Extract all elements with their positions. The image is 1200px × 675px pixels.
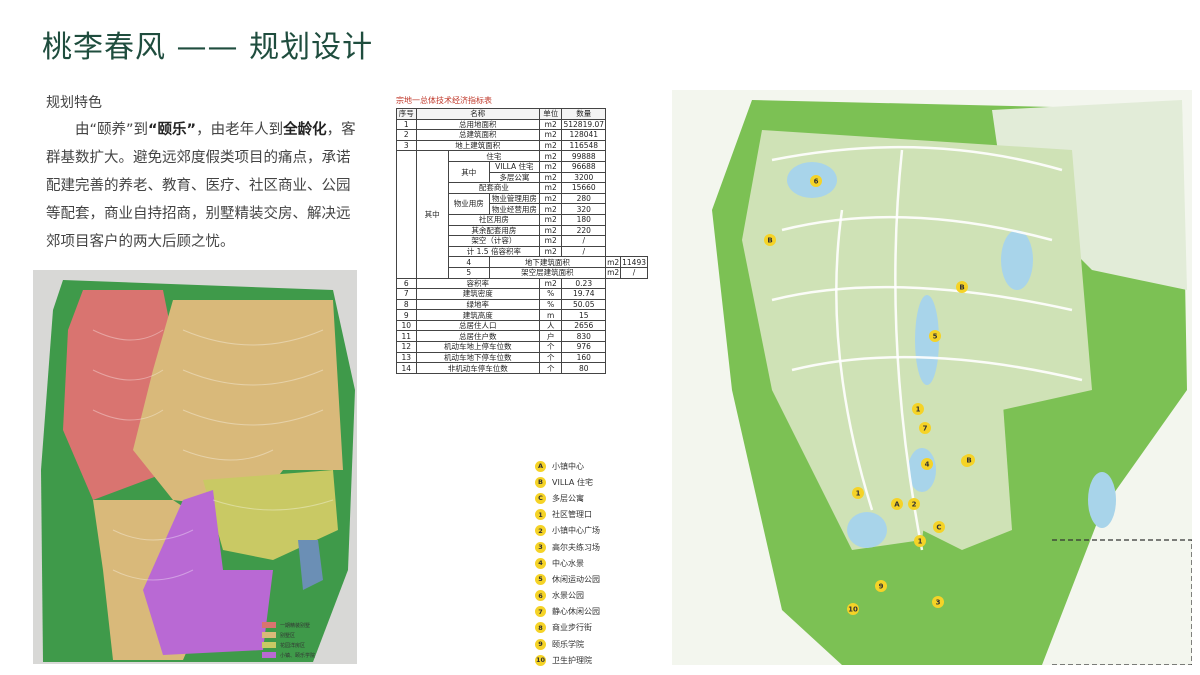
legend-item: 4 中心水景	[535, 555, 600, 571]
map-marker-label: 7	[923, 425, 928, 433]
map-marker-label: 3	[936, 599, 941, 607]
legend-item: 5 休闲运动公园	[535, 571, 600, 587]
legend-label: 卫生护理院	[552, 655, 592, 665]
legend-label: 社区管理口	[552, 510, 592, 520]
legend-badge: 4	[535, 557, 546, 569]
table-row: 2 总建筑面积 m2 128041	[396, 129, 648, 141]
legend-item: 10 卫生护理院	[535, 652, 600, 668]
legend-item: 9 颐乐学院	[535, 636, 600, 652]
map-marker-label: 1	[918, 538, 923, 546]
legend-badge: 10	[535, 654, 546, 666]
legend-label: 颐乐学院	[552, 639, 584, 649]
header-cell: 名称	[415, 108, 540, 120]
legend-item: 6 水景公园	[535, 588, 600, 604]
legend-label: 小镇中心广场	[552, 526, 600, 536]
table-row: 3 地上建筑面积 m2 116548	[396, 139, 648, 152]
legend-badge: 6	[535, 590, 546, 602]
legend-item: A 小镇中心	[535, 458, 600, 474]
table-row: 11 总居住户数户 830	[396, 330, 648, 343]
legend-badge: 9	[535, 638, 546, 650]
legend-badge: 2	[535, 525, 546, 537]
map-marker-label: 5	[933, 333, 938, 341]
para-text-3: ，客群基数扩大。避免远郊度假类项目的痛点，承诺配建完善的养老、教育、医疗、社区商…	[46, 122, 356, 250]
map-marker-label: B	[966, 457, 971, 465]
table-row: 7 建筑密度% 19.74	[396, 288, 648, 300]
zoning-legend-item: 一期精装别墅	[262, 620, 354, 630]
legend-label: 高尔夫练习场	[552, 542, 600, 552]
legend-item: 7 静心休闲公园	[535, 604, 600, 620]
table-row: 10 总居住人口人 2656	[396, 319, 648, 332]
legend-swatch	[262, 642, 276, 648]
table-row: 13 机动车地下停车位数个 160	[396, 351, 648, 364]
map-marker-label: 9	[879, 583, 884, 591]
legend-badge: B	[535, 476, 546, 488]
map-marker-label: A	[894, 501, 900, 509]
legend-swatch	[262, 632, 276, 638]
legend-badge: 1	[535, 509, 546, 521]
planning-paragraph: 由“颐养”到“颐乐”，由老年人到全龄化，客群基数扩大。避免远郊度假类项目的痛点，…	[46, 116, 356, 256]
table-title: 宗地一总体技术经济指标表	[396, 96, 492, 105]
legend-label: 静心休闲公园	[552, 607, 600, 617]
legend-badge: A	[535, 460, 546, 472]
table-row: 8 绿地率% 50.05	[396, 298, 648, 311]
map-marker-label: 1	[916, 406, 921, 414]
table-row: 14 非机动车停车位数个 80	[396, 362, 648, 374]
table-row: 12 机动车地上停车位数个 976	[396, 341, 648, 353]
legend-item: 2 小镇中心广场	[535, 523, 600, 539]
legend-item: C 多层公寓	[535, 490, 600, 506]
legend-label: 中心水景	[552, 558, 584, 568]
map-marker-label: 6	[814, 178, 819, 186]
para-text-2: ，由老年人到	[196, 122, 284, 138]
section-heading: 规划特色	[46, 95, 102, 111]
legend-badge: 5	[535, 573, 546, 585]
economic-indicator-table: 序号 名称 单位 数量 1 总用地面积 m2 512819.07 2 总建筑面积 m2 12…	[396, 108, 648, 374]
table-header-row: 序号 名称 单位 数量	[396, 108, 648, 120]
header-cell: 单位	[538, 108, 563, 120]
table-row: 1 总用地面积 m2 512819.07	[396, 118, 648, 131]
map-marker-label: B	[767, 237, 772, 245]
header-cell: 序号	[396, 108, 417, 120]
map-marker-label: B	[959, 284, 964, 292]
legend-badge: 3	[535, 541, 546, 553]
legend-label: 多层公寓	[552, 493, 584, 503]
page-title: 桃李春风 —— 规划设计	[42, 30, 374, 65]
para-text-1: 由“颐养”到	[75, 122, 149, 138]
legend-item: 3 高尔夫练习场	[535, 539, 600, 555]
para-bold-2: 全龄化	[283, 122, 327, 138]
master-plan-image: 6BB58174B1A2C19103	[672, 90, 1192, 665]
zoning-legend-item: 小镇、颐乐学院	[262, 650, 354, 660]
zoning-legend-item: 别墅区	[262, 630, 354, 640]
legend-item: B VILLA 住宅	[535, 474, 600, 490]
legend-swatch	[262, 652, 276, 658]
header-cell: 数量	[561, 108, 607, 120]
map-marker-label: 2	[912, 501, 917, 509]
table-row: 6 容积率 m2 0.23	[396, 277, 648, 290]
para-bold-1: “颐乐”	[148, 122, 197, 138]
map-marker-label: 10	[848, 606, 858, 614]
legend-item: 1 社区管理口	[535, 507, 600, 523]
table-row: 其中 住宅 m2 99888	[396, 150, 648, 279]
legend-label: VILLA 住宅	[552, 477, 593, 487]
legend-label: 休闲运动公园	[552, 574, 600, 584]
map-marker-label: 4	[925, 461, 930, 469]
master-plan-legend: A 小镇中心 B VILLA 住宅 C 多层公寓 1 社区管理口 2 小镇中心广场 3 高尔夫练习场 4…	[535, 458, 600, 668]
legend-badge: C	[535, 492, 546, 504]
zoning-legend: 一期精装别墅 别墅区 花园洋房区 小镇、颐乐学院	[262, 620, 354, 660]
zoning-legend-item: 花园洋房区	[262, 640, 354, 650]
legend-swatch	[262, 622, 276, 628]
legend-label: 水景公园	[552, 591, 584, 601]
legend-label: 小镇中心	[552, 461, 584, 471]
legend-label: 商业步行街	[552, 623, 592, 633]
map-marker-label: C	[936, 524, 941, 532]
legend-badge: 7	[535, 606, 546, 618]
legend-item: 8 商业步行街	[535, 620, 600, 636]
map-marker-label: 1	[856, 490, 861, 498]
table-row: 9 建筑高度 m 15	[396, 309, 648, 321]
zoning-map-image	[33, 270, 357, 664]
legend-badge: 8	[535, 622, 546, 634]
